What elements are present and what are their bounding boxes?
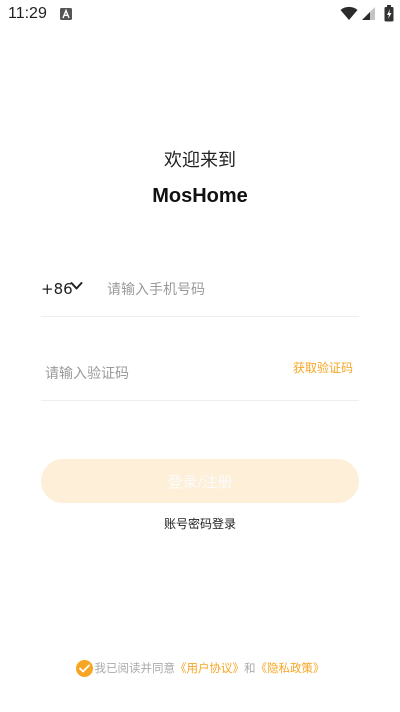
phone-field-row: +86 <box>41 268 359 317</box>
user-agreement-link[interactable]: 《用户协议》 <box>175 660 244 676</box>
chevron-down-icon[interactable] <box>70 281 83 291</box>
a-notification-icon <box>60 8 72 20</box>
verification-code-input[interactable] <box>45 360 265 388</box>
password-login-link[interactable]: 账号密码登录 <box>0 515 400 532</box>
country-code-selector[interactable]: +86 <box>41 280 73 298</box>
status-time: 11:29 <box>8 5 47 22</box>
privacy-policy-link[interactable]: 《隐私政策》 <box>256 660 325 676</box>
verification-field-row: 获取验证码 <box>41 352 359 401</box>
agreement-row: 我已阅读并同意 《用户协议》 和 《隐私政策》 <box>0 658 400 678</box>
get-code-button[interactable]: 获取验证码 <box>293 359 353 376</box>
phone-number-input[interactable] <box>107 276 347 304</box>
agreement-check-icon[interactable] <box>75 659 93 677</box>
welcome-text: 欢迎来到 <box>164 150 236 171</box>
battery-icon <box>384 5 394 22</box>
signal-icon <box>362 7 375 20</box>
status-bar: 11:29 <box>0 0 400 30</box>
login-register-button[interactable]: 登录/注册 <box>41 459 359 503</box>
agreement-prefix: 我已阅读并同意 <box>94 661 176 675</box>
wifi-icon <box>340 6 358 20</box>
agreement-and: 和 <box>244 661 256 675</box>
app-brand-title: MosHome <box>152 185 248 207</box>
